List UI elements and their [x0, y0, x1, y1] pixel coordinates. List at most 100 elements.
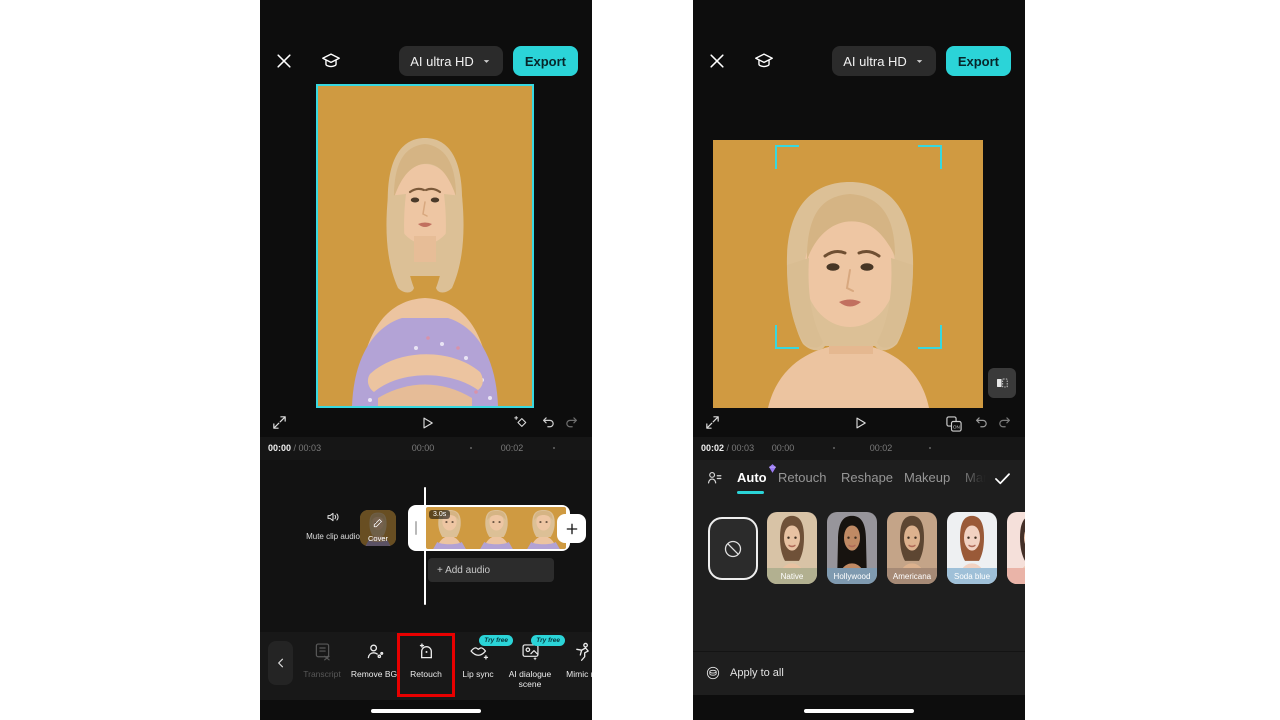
cover-label: Cover	[360, 534, 396, 543]
undo-icon[interactable]	[972, 414, 989, 431]
home-indicator	[371, 709, 481, 713]
quality-selector[interactable]: AI ultra HD	[399, 46, 503, 76]
redo-icon[interactable]	[564, 414, 581, 431]
tab-fade	[957, 462, 1025, 496]
close-icon[interactable]	[707, 51, 727, 71]
export-button[interactable]: Export	[946, 46, 1011, 76]
mute-clip-audio-button[interactable]: Mute clip audio	[305, 509, 361, 542]
toolbar-item-label: Retouch	[400, 670, 452, 680]
cover-button[interactable]: Cover	[360, 510, 396, 546]
preset-none-selected[interactable]	[708, 517, 758, 580]
toolbar-item-remove-bg[interactable]: Remove BG	[348, 641, 400, 680]
pencil-icon	[372, 517, 384, 529]
fullscreen-icon[interactable]	[704, 414, 721, 431]
video-preview[interactable]	[713, 140, 983, 408]
ruler-dot	[929, 447, 931, 449]
toolbar-item-retouch[interactable]: Retouch	[400, 641, 452, 680]
apply-to-all-button[interactable]: Apply to all	[693, 658, 1025, 688]
ruler-label: 00:02	[501, 443, 524, 453]
active-tab-underline	[737, 491, 764, 494]
confirm-check-icon[interactable]	[992, 468, 1013, 489]
video-preview[interactable]	[316, 84, 534, 408]
try-free-badge: Try free	[531, 635, 565, 646]
plus-icon	[564, 521, 580, 537]
add-clip-button[interactable]	[557, 514, 586, 543]
preset-americana[interactable]: Americana	[887, 512, 937, 584]
editor-header: AI ultra HD Export	[260, 44, 592, 78]
toolbar-item-mimic-m[interactable]: Mimic m	[556, 641, 592, 680]
face-bracket-top-right	[918, 145, 942, 169]
panel-divider	[693, 651, 1025, 652]
tab-reshape[interactable]: Reshape	[841, 470, 893, 485]
phone-screen-editor: AI ultra HD Export	[260, 0, 592, 720]
preset-label: Americana	[887, 568, 937, 584]
chevron-left-icon	[274, 656, 288, 670]
ruler-dot	[470, 447, 472, 449]
preset-soda-blue[interactable]: Soda blue	[947, 512, 997, 584]
tab-makeup[interactable]: Makeup	[904, 470, 950, 485]
undo-icon[interactable]	[539, 414, 556, 431]
toolbar-back-button[interactable]	[268, 641, 293, 685]
export-label: Export	[525, 54, 566, 69]
face-bracket-top-left	[775, 145, 799, 169]
compare-on-icon[interactable]: ON	[943, 414, 965, 434]
tutorial-cap-icon[interactable]	[753, 50, 775, 72]
video-clip[interactable]: 3.0s	[408, 505, 570, 551]
toolbar-item-transcript[interactable]: Transcript	[296, 641, 348, 680]
trim-handle[interactable]	[415, 521, 417, 535]
redo-icon[interactable]	[997, 414, 1014, 431]
chevron-down-icon	[914, 56, 925, 67]
toolbar-item-lip-sync[interactable]: Try freeLip sync	[452, 641, 504, 680]
add-audio-button[interactable]: + Add audio	[428, 558, 554, 582]
retouch-icon	[416, 641, 437, 662]
close-icon[interactable]	[274, 51, 294, 71]
chevron-down-icon	[481, 56, 492, 67]
preset-native[interactable]: Native	[767, 512, 817, 584]
playhead[interactable]	[424, 487, 426, 605]
toolbar-item-ai-dialogue-scene[interactable]: Try freeAI dialogue scene	[504, 641, 556, 690]
layers-icon	[705, 665, 721, 681]
preset-soft[interactable]: Soft	[1007, 512, 1025, 584]
face-bracket-bottom-left	[775, 325, 799, 349]
tab-label: Makeup	[904, 470, 950, 485]
premium-gem-icon	[767, 463, 778, 474]
preview-image	[713, 140, 983, 408]
timeline-ruler: 00:00 00:02	[260, 441, 592, 457]
face-select-icon[interactable]	[705, 469, 724, 488]
export-button[interactable]: Export	[513, 46, 578, 76]
compare-split-button[interactable]	[988, 368, 1016, 398]
tab-label: Retouch	[778, 470, 826, 485]
none-icon	[722, 538, 744, 560]
play-icon[interactable]	[851, 414, 869, 432]
tab-retouch[interactable]: Retouch	[778, 470, 826, 485]
preset-hollywood[interactable]: Hollywood	[827, 512, 877, 584]
mute-label: Mute clip audio	[305, 532, 361, 542]
ruler-dot	[833, 447, 835, 449]
quality-label: AI ultra HD	[843, 54, 907, 69]
quality-selector[interactable]: AI ultra HD	[832, 46, 936, 76]
toolbar-item-label: Transcript	[296, 670, 348, 680]
compare-split-icon	[994, 375, 1010, 391]
tab-label: Auto	[737, 470, 767, 485]
toolbar-item-label: AI dialogue scene	[504, 670, 556, 690]
toolbar-item-label: Lip sync	[452, 670, 504, 680]
export-label: Export	[958, 54, 999, 69]
add-keyframe-icon[interactable]	[513, 414, 530, 431]
speaker-icon	[325, 509, 341, 525]
add-audio-label: + Add audio	[437, 565, 490, 576]
tutorial-cap-icon[interactable]	[320, 50, 342, 72]
ruler-label: 00:02	[870, 443, 893, 453]
preset-label: Soft	[1007, 568, 1025, 584]
clip-duration-badge: 3.0s	[429, 510, 450, 519]
transcript-icon	[312, 641, 333, 662]
editor-header: AI ultra HD Export	[693, 44, 1025, 78]
play-icon[interactable]	[418, 414, 436, 432]
ruler-label: 00:00	[412, 443, 435, 453]
toolbar-item-label: Remove BG	[348, 670, 400, 680]
mimic-icon	[572, 641, 593, 662]
fullscreen-icon[interactable]	[271, 414, 288, 431]
tab-label: Reshape	[841, 470, 893, 485]
preset-label: Soda blue	[947, 568, 997, 584]
tab-auto[interactable]: Auto	[737, 470, 767, 485]
ruler-dot	[553, 447, 555, 449]
